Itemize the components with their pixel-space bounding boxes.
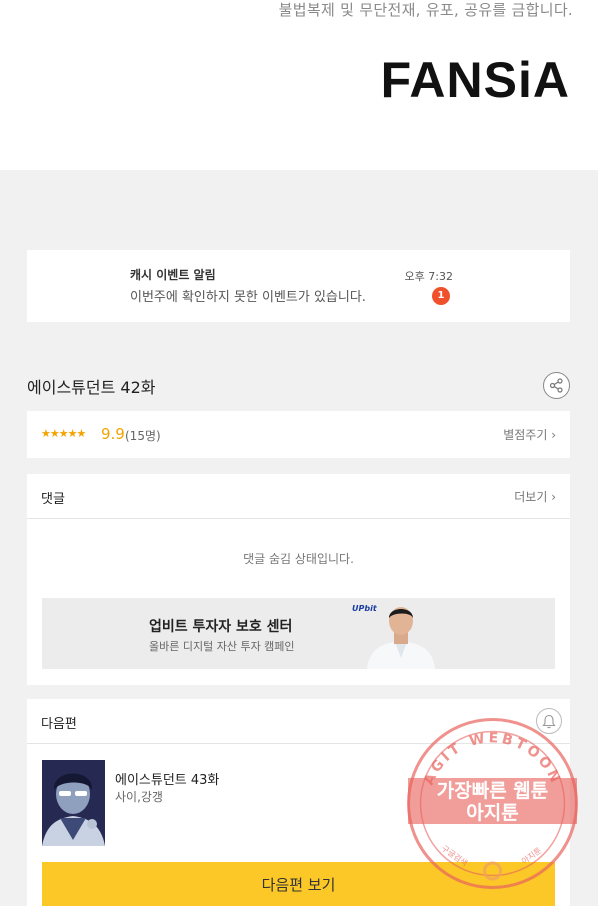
- thumbnail-art: [42, 760, 105, 846]
- header-area: 불법복제 및 무단전재, 유포, 공유를 금합니다. FANSiA: [0, 0, 598, 170]
- comments-title: 댓글: [41, 492, 65, 507]
- alert-time: 오후 7:32: [404, 270, 453, 283]
- rating-bar: ★★★★★ 9.9 (15명) 별점주기 ›: [27, 411, 570, 458]
- ad-subtitle: 올바른 디지털 자산 투자 캠페인: [149, 640, 295, 653]
- next-title: 다음편: [41, 717, 77, 732]
- next-episode-thumbnail[interactable]: [42, 760, 105, 846]
- alert-title: 캐시 이벤트 알림: [130, 268, 216, 282]
- watermark-line1: 가장빠른 웹툰: [437, 780, 549, 802]
- rate-button[interactable]: 별점주기 ›: [503, 426, 556, 443]
- comments-hidden-message: 댓글 숨김 상태입니다.: [243, 552, 354, 566]
- ad-title: 업비트 투자자 보호 센터: [149, 619, 293, 635]
- fansia-logo[interactable]: FANSiA: [381, 52, 570, 108]
- next-episode-author: 사이,강갱: [115, 790, 163, 804]
- share-button[interactable]: [543, 372, 570, 399]
- copyright-notice: 불법복제 및 무단전재, 유포, 공유를 금합니다.: [278, 1, 573, 19]
- star-icons: ★★★★★: [41, 427, 86, 440]
- upbit-ad-banner[interactable]: 업비트 투자자 보호 센터 올바른 디지털 자산 투자 캠페인 UPbit: [42, 598, 555, 669]
- watermark-right-small: 아지툰: [519, 845, 543, 866]
- rating-score: 9.9: [101, 425, 125, 443]
- alert-body: 이번주에 확인하지 못한 이벤트가 있습니다.: [130, 290, 366, 305]
- watermark-stamp: AGIT WEBTOON 가장빠른 웹툰 아지툰 구글검색 아지툰: [407, 718, 578, 889]
- share-icon: [549, 378, 563, 393]
- next-episode-title[interactable]: 에이스튜던트 43화: [115, 769, 219, 788]
- comments-header: 댓글 더보기 ›: [27, 474, 570, 519]
- rating-count: (15명): [125, 429, 161, 443]
- watermark-line2: 아지툰: [466, 802, 518, 824]
- cash-event-alert[interactable]: 캐시 이벤트 알림 이번주에 확인하지 못한 이벤트가 있습니다. 오후 7:3…: [27, 250, 570, 322]
- episode-title: 에이스튜던트 42화: [27, 378, 156, 397]
- comments-more-link[interactable]: 더보기 ›: [514, 488, 556, 505]
- alert-badge: 1: [432, 287, 450, 305]
- ad-person-image: [367, 607, 435, 669]
- comments-section: 댓글 더보기 › 댓글 숨김 상태입니다. 업비트 투자자 보호 센터 올바른 …: [27, 474, 570, 685]
